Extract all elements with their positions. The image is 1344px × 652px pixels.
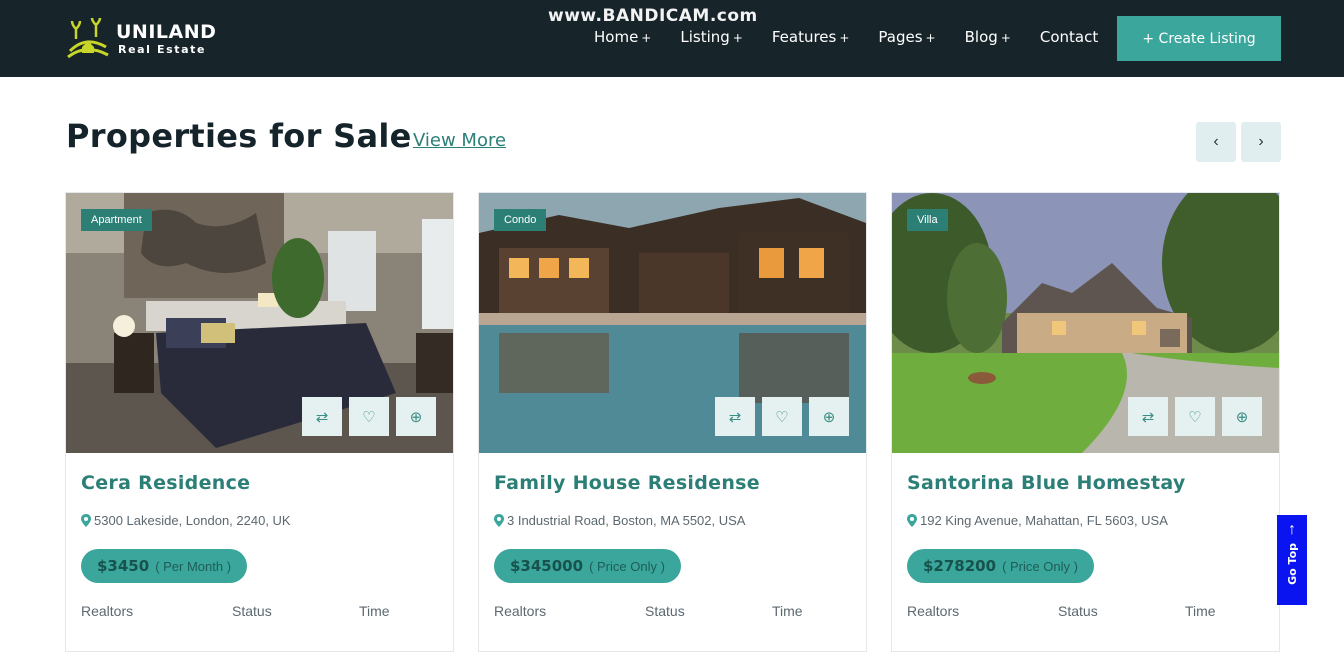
map-pin-icon bbox=[494, 514, 504, 527]
zoom-button[interactable]: ⊕ bbox=[809, 397, 849, 436]
meta-status-label: Status bbox=[232, 603, 272, 619]
property-address: 5300 Lakeside, London, 2240, UK bbox=[81, 513, 291, 528]
zoom-in-icon: ⊕ bbox=[409, 408, 423, 426]
logo-icon bbox=[67, 17, 109, 59]
nav-home-label: Home bbox=[594, 28, 639, 46]
nav-listing-plus-icon: + bbox=[732, 31, 743, 45]
property-title[interactable]: Santorina Blue Homestay bbox=[907, 472, 1186, 494]
property-type-badge: Villa bbox=[907, 209, 948, 231]
property-image[interactable]: Apartment ⇄ ♡ ⊕ bbox=[66, 193, 453, 453]
arrow-up-icon: ↑ bbox=[1288, 521, 1296, 538]
carousel-next-button[interactable]: › bbox=[1241, 122, 1281, 162]
property-address: 3 Industrial Road, Boston, MA 5502, USA bbox=[494, 513, 745, 528]
nav-features[interactable]: Features + bbox=[772, 28, 850, 46]
meta-realtors-label: Realtors bbox=[907, 603, 960, 619]
nav-pages-label: Pages bbox=[878, 28, 923, 46]
price-value: $3450 bbox=[97, 557, 150, 575]
nav-pages[interactable]: Pages + bbox=[878, 28, 935, 46]
meta-time-label: Time bbox=[772, 603, 803, 619]
property-address: 192 King Avenue, Mahattan, FL 5603, USA bbox=[907, 513, 1168, 528]
map-pin-icon bbox=[81, 514, 91, 527]
nav-features-label: Features bbox=[771, 28, 837, 46]
price-value: $278200 bbox=[923, 557, 997, 575]
nav-blog-plus-icon: + bbox=[1000, 31, 1011, 45]
property-address-text: 5300 Lakeside, London, 2240, UK bbox=[94, 513, 291, 528]
meta-time-label: Time bbox=[359, 603, 390, 619]
go-top-label: Go Top bbox=[1285, 543, 1299, 585]
property-card[interactable]: Condo ⇄ ♡ ⊕ Family House Residense 3 Ind… bbox=[478, 192, 867, 652]
section-title: Properties for Sale bbox=[66, 117, 412, 155]
go-top-button[interactable]: ↑ Go Top bbox=[1277, 515, 1307, 605]
nav-listing-label: Listing bbox=[680, 28, 730, 46]
property-card[interactable]: Apartment ⇄ ♡ ⊕ Cera Residence 5300 Lake… bbox=[65, 192, 454, 652]
compare-icon: ⇄ bbox=[728, 408, 742, 426]
nav-home-plus-icon: + bbox=[641, 31, 652, 45]
meta-realtors-label: Realtors bbox=[494, 603, 547, 619]
zoom-button[interactable]: ⊕ bbox=[1222, 397, 1262, 436]
nav-pages-plus-icon: + bbox=[925, 31, 936, 45]
meta-realtors-label: Realtors bbox=[81, 603, 134, 619]
property-type-badge: Condo bbox=[494, 209, 547, 231]
price-note: ( Price Only ) bbox=[589, 558, 665, 574]
price-badge: $345000 ( Price Only ) bbox=[494, 549, 681, 583]
site-logo[interactable]: UNILAND Real Estate bbox=[66, 17, 216, 59]
heart-icon: ♡ bbox=[775, 408, 789, 426]
property-address-text: 192 King Avenue, Mahattan, FL 5603, USA bbox=[920, 513, 1168, 528]
property-card[interactable]: Villa ⇄ ♡ ⊕ Santorina Blue Homestay 192 … bbox=[891, 192, 1280, 652]
meta-time-label: Time bbox=[1185, 603, 1216, 619]
chevron-left-icon: ‹ bbox=[1213, 133, 1219, 150]
bedroom-photo bbox=[66, 193, 453, 453]
heart-icon: ♡ bbox=[362, 408, 376, 426]
logo-subtitle: Real Estate bbox=[118, 42, 207, 56]
chevron-right-icon: › bbox=[1258, 133, 1264, 150]
recording-watermark: www.BANDICAM.com bbox=[548, 6, 758, 26]
property-title[interactable]: Cera Residence bbox=[81, 472, 250, 494]
map-pin-icon bbox=[907, 514, 917, 527]
main-nav: Home + Listing + Features + Pages + Blog + Co… bbox=[594, 28, 1127, 46]
nav-listing[interactable]: Listing + bbox=[680, 28, 742, 46]
compare-button[interactable]: ⇄ bbox=[302, 397, 342, 436]
compare-button[interactable]: ⇄ bbox=[715, 397, 755, 436]
meta-status-label: Status bbox=[1058, 603, 1098, 619]
pool-house-photo bbox=[479, 193, 866, 453]
property-image[interactable]: Condo ⇄ ♡ ⊕ bbox=[479, 193, 866, 453]
favorite-button[interactable]: ♡ bbox=[349, 397, 389, 436]
nav-contact-label: Contact bbox=[1039, 28, 1099, 46]
view-more-link[interactable]: View More bbox=[413, 130, 506, 151]
favorite-button[interactable]: ♡ bbox=[762, 397, 802, 436]
nav-home[interactable]: Home + bbox=[594, 28, 651, 46]
site-header: UNILAND Real Estate www.BANDICAM.com Hom… bbox=[0, 0, 1344, 77]
compare-icon: ⇄ bbox=[315, 408, 329, 426]
compare-icon: ⇄ bbox=[1141, 408, 1155, 426]
price-note: ( Price Only ) bbox=[1002, 558, 1078, 574]
heart-icon: ♡ bbox=[1188, 408, 1202, 426]
favorite-button[interactable]: ♡ bbox=[1175, 397, 1215, 436]
property-image[interactable]: Villa ⇄ ♡ ⊕ bbox=[892, 193, 1279, 453]
logo-name: UNILAND bbox=[116, 20, 217, 43]
villa-photo bbox=[892, 193, 1279, 453]
property-title[interactable]: Family House Residense bbox=[494, 472, 760, 494]
zoom-button[interactable]: ⊕ bbox=[396, 397, 436, 436]
meta-status-label: Status bbox=[645, 603, 685, 619]
zoom-in-icon: ⊕ bbox=[1235, 408, 1249, 426]
compare-button[interactable]: ⇄ bbox=[1128, 397, 1168, 436]
nav-contact[interactable]: Contact bbox=[1040, 28, 1098, 46]
carousel-prev-button[interactable]: ‹ bbox=[1196, 122, 1236, 162]
price-value: $345000 bbox=[510, 557, 584, 575]
price-badge: $278200 ( Price Only ) bbox=[907, 549, 1094, 583]
property-address-text: 3 Industrial Road, Boston, MA 5502, USA bbox=[507, 513, 746, 528]
nav-blog[interactable]: Blog + bbox=[965, 28, 1011, 46]
property-type-badge: Apartment bbox=[81, 209, 152, 231]
nav-features-plus-icon: + bbox=[839, 31, 850, 45]
price-note: ( Per Month ) bbox=[155, 558, 232, 574]
nav-blog-label: Blog bbox=[964, 28, 998, 46]
zoom-in-icon: ⊕ bbox=[822, 408, 836, 426]
price-badge: $3450 ( Per Month ) bbox=[81, 549, 248, 583]
create-listing-button[interactable]: + Create Listing bbox=[1117, 16, 1281, 61]
